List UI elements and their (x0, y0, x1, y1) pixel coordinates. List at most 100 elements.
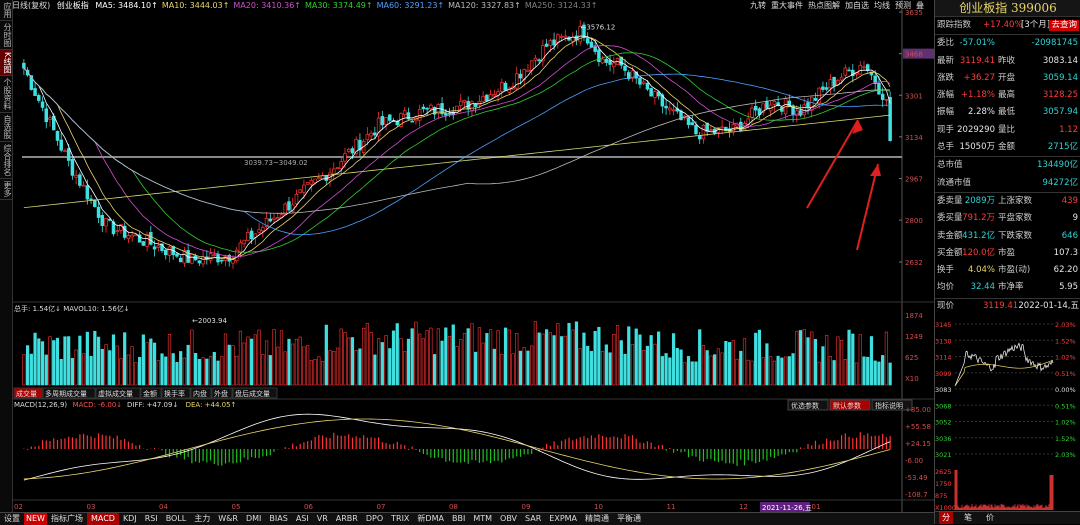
panel-bottom-tab-1[interactable]: 笔 (961, 512, 975, 524)
volume-tab-7[interactable]: 盘后成交量 (232, 387, 278, 399)
indicator-tab-5[interactable]: RSI (141, 513, 162, 525)
field-value-2: 646 (1061, 230, 1078, 241)
indicator-tab-4[interactable]: KDJ (119, 513, 141, 525)
intraday-chart[interactable]: 3145 2.03% 3130 1.52% 3114 1.02% 3099 0.51% 3083… (935, 314, 1080, 512)
indicator-tab-10[interactable]: BIAS (265, 513, 291, 525)
volume-bar (481, 342, 485, 386)
candle-body (653, 91, 657, 98)
candle-body (828, 79, 833, 89)
volume-bar (208, 356, 213, 386)
indicator-tab-21[interactable]: EXPMA (545, 513, 581, 525)
left-tab-2[interactable]: K线图 (0, 50, 12, 77)
candle-body (410, 120, 414, 123)
candle-body (470, 101, 474, 112)
left-tab-6[interactable]: 更多 (0, 179, 12, 201)
indicator-tab-22[interactable]: 精简通 (581, 513, 613, 525)
volume-tab-2[interactable]: 虚拟成交量 (95, 387, 141, 399)
indicator-tab-14[interactable]: DPO (362, 513, 387, 525)
indicator-tab-9[interactable]: DMI (242, 513, 265, 525)
candle-body (167, 246, 172, 256)
candle-body (488, 94, 493, 100)
volume-tab-4[interactable]: 换手率 (161, 387, 191, 399)
toolbar-item-6[interactable]: 叠 (916, 1, 924, 10)
candle-body (417, 108, 422, 121)
indicator-tab-15[interactable]: TRIX (387, 513, 413, 525)
indicator-tab-23[interactable]: 平衡通 (613, 513, 645, 525)
period-label[interactable]: 日线(复权) (12, 1, 50, 10)
volume-bar (649, 335, 653, 386)
toolbar-item-3[interactable]: 加自选 (845, 1, 869, 10)
candle-body (447, 112, 452, 115)
ma-line-60 (23, 67, 891, 236)
panel-bottom-tab-0[interactable]: 分 (939, 512, 953, 524)
left-tab-0[interactable]: 应用 (0, 0, 12, 21)
follow-label: 跟踪指数 (937, 20, 972, 30)
volume-bar (772, 360, 776, 386)
volume-tab-3[interactable]: 金额 (140, 387, 162, 399)
volume-bar (530, 345, 534, 386)
indicator-tab-7[interactable]: 主力 (190, 513, 214, 525)
candle-body (373, 132, 377, 136)
left-tab-3[interactable]: 个股资料 (0, 76, 12, 114)
query-button[interactable]: 去查询 (1049, 20, 1079, 31)
indicator-tab-2[interactable]: 指标广场 (47, 513, 87, 525)
indicator-tab-17[interactable]: BBI (448, 513, 469, 525)
candle-body (500, 82, 504, 92)
candle-body (249, 230, 254, 240)
indicator-tab-13[interactable]: ARBR (332, 513, 362, 525)
toolbar-item-5[interactable]: 预测 (895, 1, 911, 10)
candle-body (335, 167, 340, 169)
candle-body (208, 253, 213, 261)
volume-bar (160, 353, 164, 386)
candle-body (526, 69, 530, 72)
volume-bar (179, 351, 183, 386)
indicator-tab-0[interactable]: 设置 (0, 513, 24, 525)
field-value-2: 134490亿 (1037, 160, 1078, 171)
macd-button-0[interactable]: 优选参数 (787, 399, 829, 411)
volume-bar (698, 329, 702, 386)
volume-bar (735, 358, 739, 386)
kline-chart[interactable]: 36353468330131342967280026323039.73~3049… (12, 0, 934, 512)
indicator-tab-16[interactable]: 新DMA (413, 513, 448, 525)
field-label: 卖金额 (937, 230, 963, 241)
indicator-tab-11[interactable]: ASI (292, 513, 313, 525)
candle-body (343, 153, 347, 162)
candle-body (302, 184, 306, 193)
candle-body (149, 232, 153, 245)
indicator-tab-12[interactable]: VR (313, 513, 332, 525)
left-tab-5[interactable]: 综合排名 (0, 142, 12, 180)
indicator-tab-6[interactable]: BOLL (162, 513, 191, 525)
volume-tab-1[interactable]: 多周期成交量 (42, 387, 96, 399)
left-tab-1[interactable]: 分时图 (0, 21, 12, 50)
indicator-tab-19[interactable]: OBV (496, 513, 521, 525)
volume-bar (216, 360, 220, 386)
candle-body (458, 100, 463, 106)
mini-right-tick: 1.02% (1055, 419, 1076, 427)
volume-bar (264, 340, 269, 386)
toolbar-item-0[interactable]: 九转 (750, 1, 766, 10)
volume-bar (354, 350, 358, 386)
toolbar-item-4[interactable]: 均线 (874, 1, 890, 10)
macd-button-1[interactable]: 默认参数 (829, 399, 871, 411)
indicator-tab-3[interactable]: MACD (86, 513, 119, 525)
panel-bottom-tab-2[interactable]: 价 (983, 512, 997, 524)
indicator-tab-8[interactable]: W&R (214, 513, 242, 525)
mini-right-tick: 1.02% (1055, 354, 1076, 362)
follow-period[interactable]: [3个月] (1021, 17, 1050, 34)
volume-tab-6[interactable]: 外盘 (211, 387, 233, 399)
volume-bar (720, 352, 724, 386)
toolbar-item-2[interactable]: 热点图解 (808, 1, 840, 10)
volume-tab-5[interactable]: 内盘 (190, 387, 212, 399)
indicator-tab-1[interactable]: NEW (24, 513, 47, 525)
volume-bar (694, 361, 698, 386)
indicator-tab-20[interactable]: SAR (521, 513, 545, 525)
indicator-tab-18[interactable]: MTM (469, 513, 496, 525)
candle-body (402, 110, 407, 116)
left-tab-4[interactable]: 自选股 (0, 113, 12, 143)
candle-body (145, 234, 149, 247)
volume-bar (761, 357, 765, 386)
toolbar-item-1[interactable]: 重大事件 (771, 1, 803, 10)
volume-tab-0[interactable]: 成交量 (13, 387, 43, 399)
field-value: 2089万 (964, 195, 995, 206)
field-value: +36.27 (963, 72, 995, 83)
